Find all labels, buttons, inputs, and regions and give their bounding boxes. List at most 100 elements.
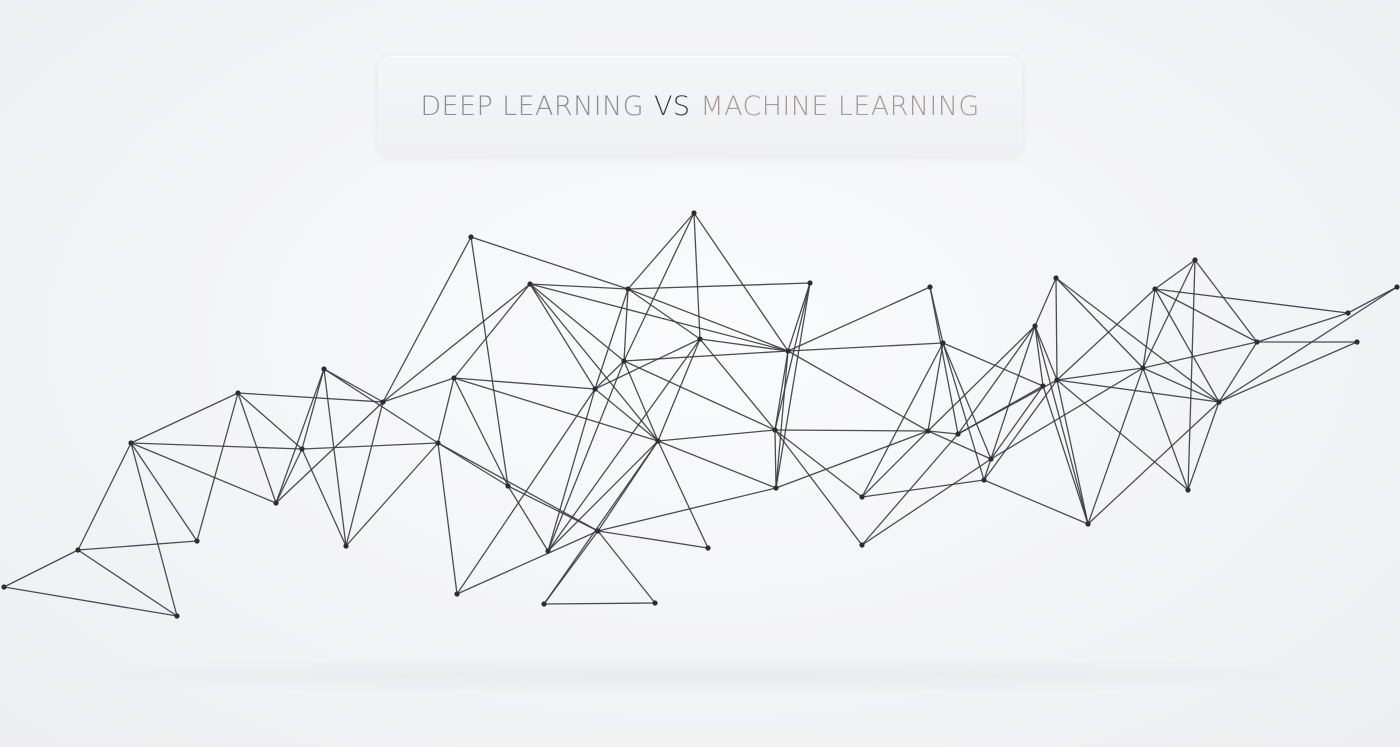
network-edge xyxy=(323,368,347,547)
network-edge xyxy=(597,440,659,532)
network-edge xyxy=(301,368,325,450)
network-edge xyxy=(1154,259,1196,290)
network-edge xyxy=(547,360,625,552)
network-edge xyxy=(130,442,277,504)
network-node xyxy=(592,386,598,392)
network-node xyxy=(1216,399,1222,405)
network-node xyxy=(75,547,81,553)
network-node xyxy=(321,366,327,372)
network-node xyxy=(595,528,601,534)
network-edge xyxy=(453,377,596,390)
network-edge xyxy=(453,377,659,442)
network-node xyxy=(505,483,511,489)
network-node xyxy=(655,438,661,444)
network-node xyxy=(1085,521,1091,527)
network-edge xyxy=(774,429,929,432)
network-edge xyxy=(437,442,458,595)
network-node xyxy=(807,280,813,286)
network-edge xyxy=(1087,401,1220,525)
network-edge xyxy=(597,530,656,604)
network-node xyxy=(1140,365,1146,371)
network-edge xyxy=(1034,277,1057,327)
network-node xyxy=(859,494,865,500)
network-edge xyxy=(1056,288,1156,381)
network-edge xyxy=(130,442,303,450)
network-edge xyxy=(1034,325,1089,525)
network-edge xyxy=(453,283,531,379)
network-node xyxy=(697,336,703,342)
network-node xyxy=(859,542,865,548)
network-edge xyxy=(627,288,701,340)
network-edge xyxy=(1142,341,1258,369)
network-graphic xyxy=(1,210,1400,619)
network-node xyxy=(235,390,241,396)
network-edge xyxy=(529,283,659,442)
network-edge xyxy=(1187,401,1220,491)
network-edge xyxy=(594,338,701,390)
network-edge xyxy=(775,430,929,489)
network-edge xyxy=(1347,286,1398,314)
network-node xyxy=(1354,339,1360,345)
network-edge xyxy=(301,442,439,450)
network-edge xyxy=(437,377,455,444)
network-node xyxy=(545,548,551,554)
network-node xyxy=(1040,383,1046,389)
network-edge xyxy=(990,385,1044,460)
network-node xyxy=(1152,286,1158,292)
network-node xyxy=(1192,257,1198,263)
network-node xyxy=(940,340,946,346)
network-edge xyxy=(543,602,656,605)
network-node xyxy=(1394,284,1400,290)
network-edge xyxy=(861,430,929,498)
network-node xyxy=(468,234,474,240)
network-edge xyxy=(787,342,944,352)
network-node xyxy=(343,543,349,549)
network-edge xyxy=(657,338,701,442)
network-node xyxy=(527,281,533,287)
network-edge xyxy=(627,212,695,290)
network-edge xyxy=(1056,367,1144,381)
network-edge xyxy=(77,442,132,551)
network-node xyxy=(1345,310,1351,316)
network-edge xyxy=(529,283,596,390)
network-edge xyxy=(275,448,303,504)
network-edge xyxy=(1154,288,1349,314)
network-node xyxy=(785,348,791,354)
network-edge xyxy=(1055,277,1058,381)
network-edge xyxy=(787,350,929,432)
network-node xyxy=(454,591,460,597)
network-node xyxy=(621,358,627,364)
network-edge xyxy=(623,350,789,362)
network-node xyxy=(128,440,134,446)
network-node xyxy=(1054,377,1060,383)
network-node xyxy=(451,375,457,381)
network-edge xyxy=(623,360,776,431)
network-edge xyxy=(1187,259,1196,491)
network-edge xyxy=(657,429,776,442)
network-node xyxy=(705,545,711,551)
network-edge xyxy=(130,442,198,542)
network-edge xyxy=(130,392,239,444)
network-edge xyxy=(594,288,629,390)
network-node xyxy=(925,428,931,434)
network-node xyxy=(174,613,180,619)
network-edge xyxy=(983,479,1089,525)
network-edge xyxy=(597,530,709,549)
network-node xyxy=(625,286,631,292)
network-node xyxy=(691,210,697,216)
network-node xyxy=(194,538,200,544)
network-node xyxy=(1,584,7,590)
network-edge xyxy=(547,338,701,552)
network-edge xyxy=(774,282,811,431)
network-edge xyxy=(774,429,777,489)
network-edge xyxy=(657,440,777,489)
network-edge xyxy=(594,388,659,442)
network-node xyxy=(988,456,994,462)
network-node xyxy=(273,500,279,506)
network-node xyxy=(773,485,779,491)
network-edge xyxy=(77,540,198,551)
network-edge xyxy=(3,586,178,617)
network-edge xyxy=(196,392,239,542)
network-edge xyxy=(1218,341,1358,403)
network-node xyxy=(1053,275,1059,281)
